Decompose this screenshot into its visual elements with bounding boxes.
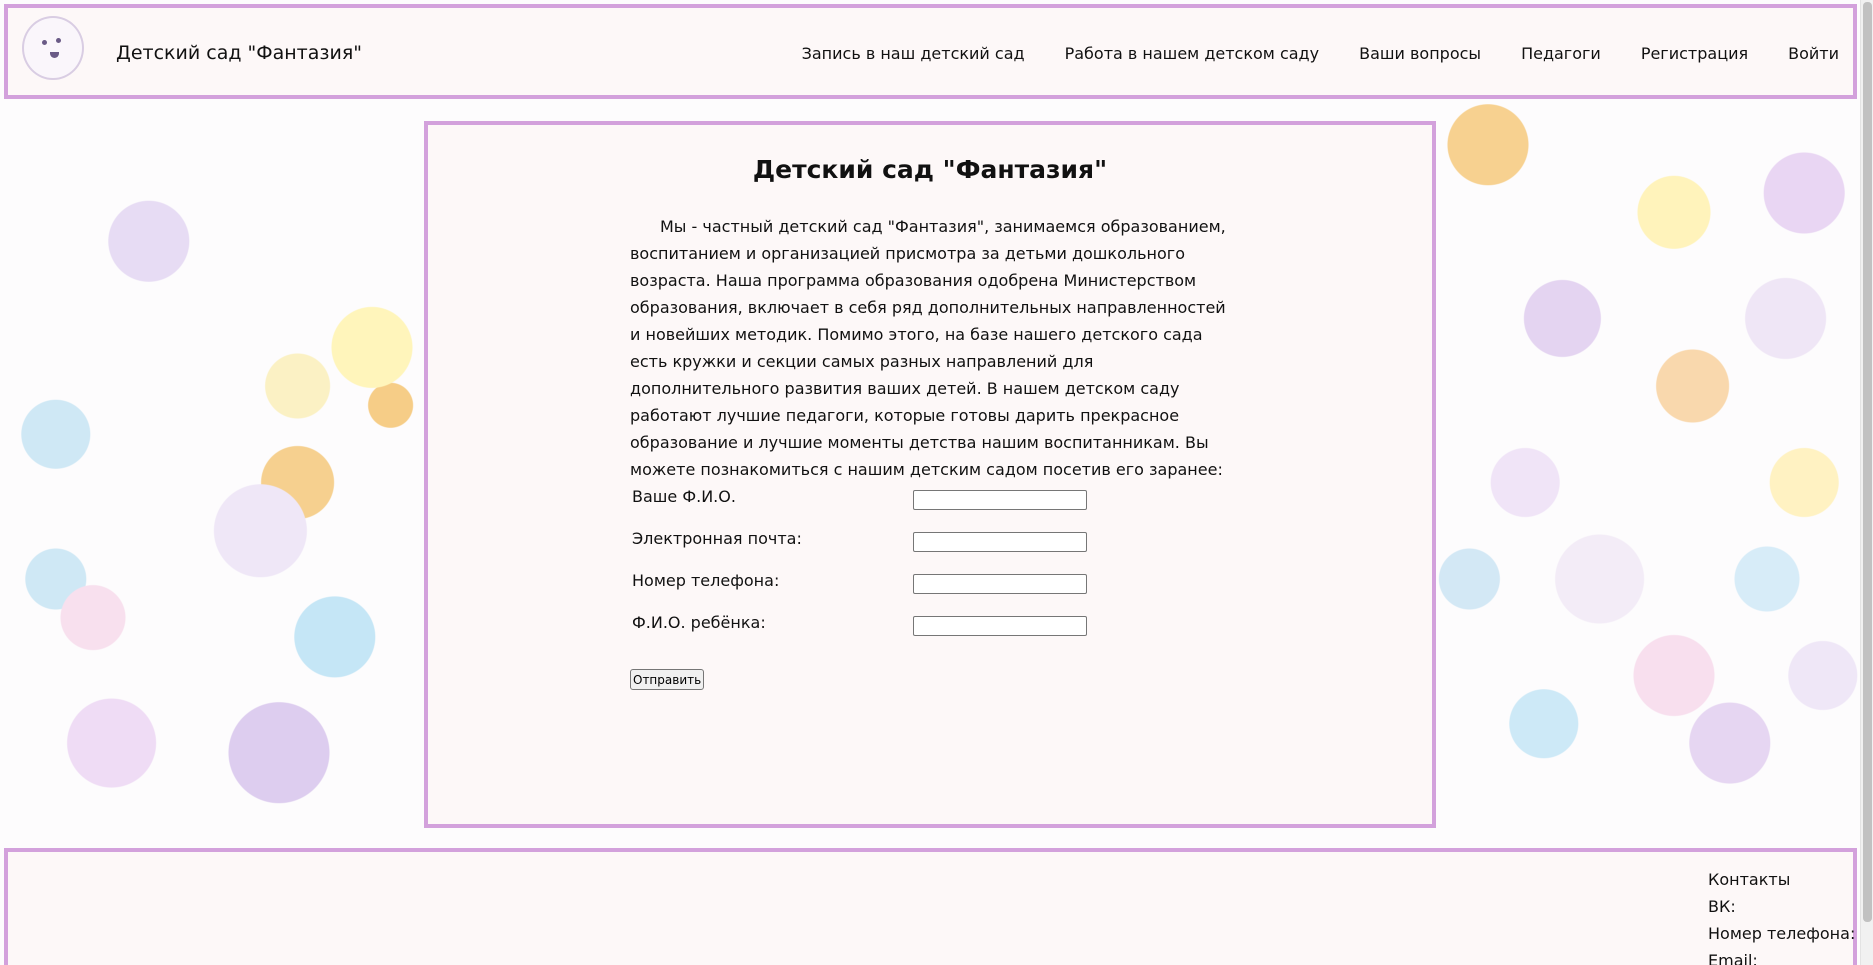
contacts-title: Контакты [1708, 870, 1791, 889]
email-input[interactable] [913, 532, 1087, 552]
full-name-label: Ваше Ф.И.О. [632, 487, 736, 506]
site-title[interactable]: Детский сад "Фантазия" [116, 42, 362, 64]
nav-registration[interactable]: Регистрация [1641, 44, 1748, 63]
page-scrollbar[interactable] [1860, 0, 1873, 965]
nav-enrollment[interactable]: Запись в наш детский сад [802, 44, 1025, 63]
child-name-input[interactable] [913, 616, 1087, 636]
phone-contact-label: Номер телефона: [1708, 924, 1856, 943]
site-header: Детский сад "Фантазия" Запись в наш детс… [4, 4, 1857, 99]
page-title: Детский сад "Фантазия" [752, 155, 1108, 184]
contacts-block: Контакты ВК: Номер телефона: Email: [1708, 866, 1855, 965]
scrollbar-thumb[interactable] [1863, 2, 1872, 922]
full-name-input[interactable] [913, 490, 1087, 510]
nav-teachers[interactable]: Педагоги [1521, 44, 1601, 63]
main-nav: Запись в наш детский сад Работа в нашем … [802, 44, 1839, 63]
submit-button[interactable]: Отправить [630, 669, 705, 690]
nav-jobs[interactable]: Работа в нашем детском саду [1065, 44, 1320, 63]
site-footer: Контакты ВК: Номер телефона: Email: [4, 848, 1857, 965]
vk-label: ВК: [1708, 897, 1736, 916]
nav-login[interactable]: Войти [1788, 44, 1839, 63]
logo-icon[interactable] [22, 16, 84, 80]
main-card: Детский сад "Фантазия" Мы - частный детс… [424, 121, 1436, 828]
email-label: Электронная почта: [632, 529, 802, 548]
intro-text: Мы - частный детский сад "Фантазия", зан… [630, 217, 1226, 479]
child-name-label: Ф.И.О. ребёнка: [632, 613, 766, 632]
phone-label: Номер телефона: [632, 571, 780, 590]
nav-questions[interactable]: Ваши вопросы [1359, 44, 1481, 63]
phone-input[interactable] [913, 574, 1087, 594]
email-contact-label: Email: [1708, 951, 1758, 965]
